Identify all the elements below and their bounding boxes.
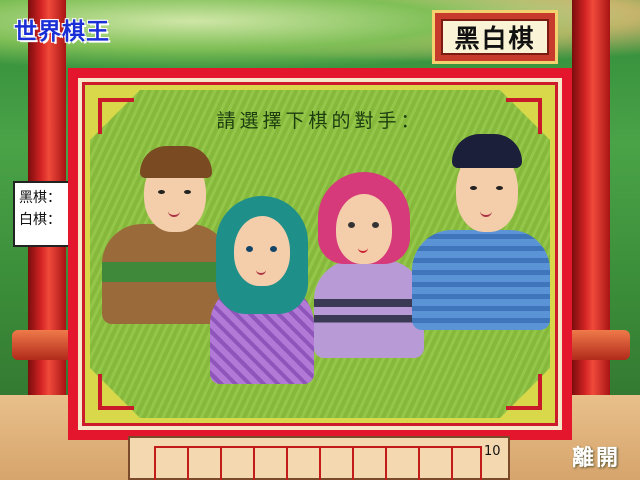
opponent-1-hair [140, 146, 212, 178]
game-title-plaque: 黑白棋 [432, 10, 558, 64]
black-player-label: 黑棋： [19, 190, 61, 206]
game-title: 黑白棋 [441, 19, 549, 55]
opponent-1-eye-left [158, 190, 165, 194]
opponent-girl-pink-hair[interactable] [308, 172, 428, 362]
opponent-1-eye-right [184, 190, 191, 194]
opponent-3-eye-right [372, 222, 379, 228]
corner-ornament-bottom-right [506, 374, 542, 410]
opponent-2-eye-left [246, 246, 253, 252]
opponent-man-black-hair[interactable] [412, 134, 552, 334]
dialog-prompt: 請選擇下棋的對手： [216, 110, 424, 132]
opponent-4-body [412, 230, 550, 330]
corner-ornament-bottom-left [98, 374, 134, 410]
opponent-4-hair [452, 134, 522, 168]
opponent-2-eye-right [270, 246, 277, 252]
player-panel: 黑棋： 白棋： [13, 181, 73, 247]
opponent-3-eye-left [348, 222, 355, 228]
opponent-4-eye-right [496, 186, 503, 190]
score-track [128, 436, 510, 480]
opponent-2-head [234, 216, 290, 286]
app-logo: 世界棋王 [14, 19, 110, 45]
opponent-select-dialog: 請選擇下棋的對手： [68, 68, 572, 440]
score-slots [154, 446, 482, 480]
opponent-3-body [314, 260, 424, 358]
exit-button[interactable]: 離開 [572, 440, 620, 472]
opponent-3-head [336, 194, 392, 264]
score-value: 10 [484, 444, 501, 459]
white-player-label: 白棋： [19, 212, 61, 228]
opponent-4-eye-left [470, 186, 477, 190]
opponent-girl-teal-hair[interactable] [208, 196, 318, 386]
